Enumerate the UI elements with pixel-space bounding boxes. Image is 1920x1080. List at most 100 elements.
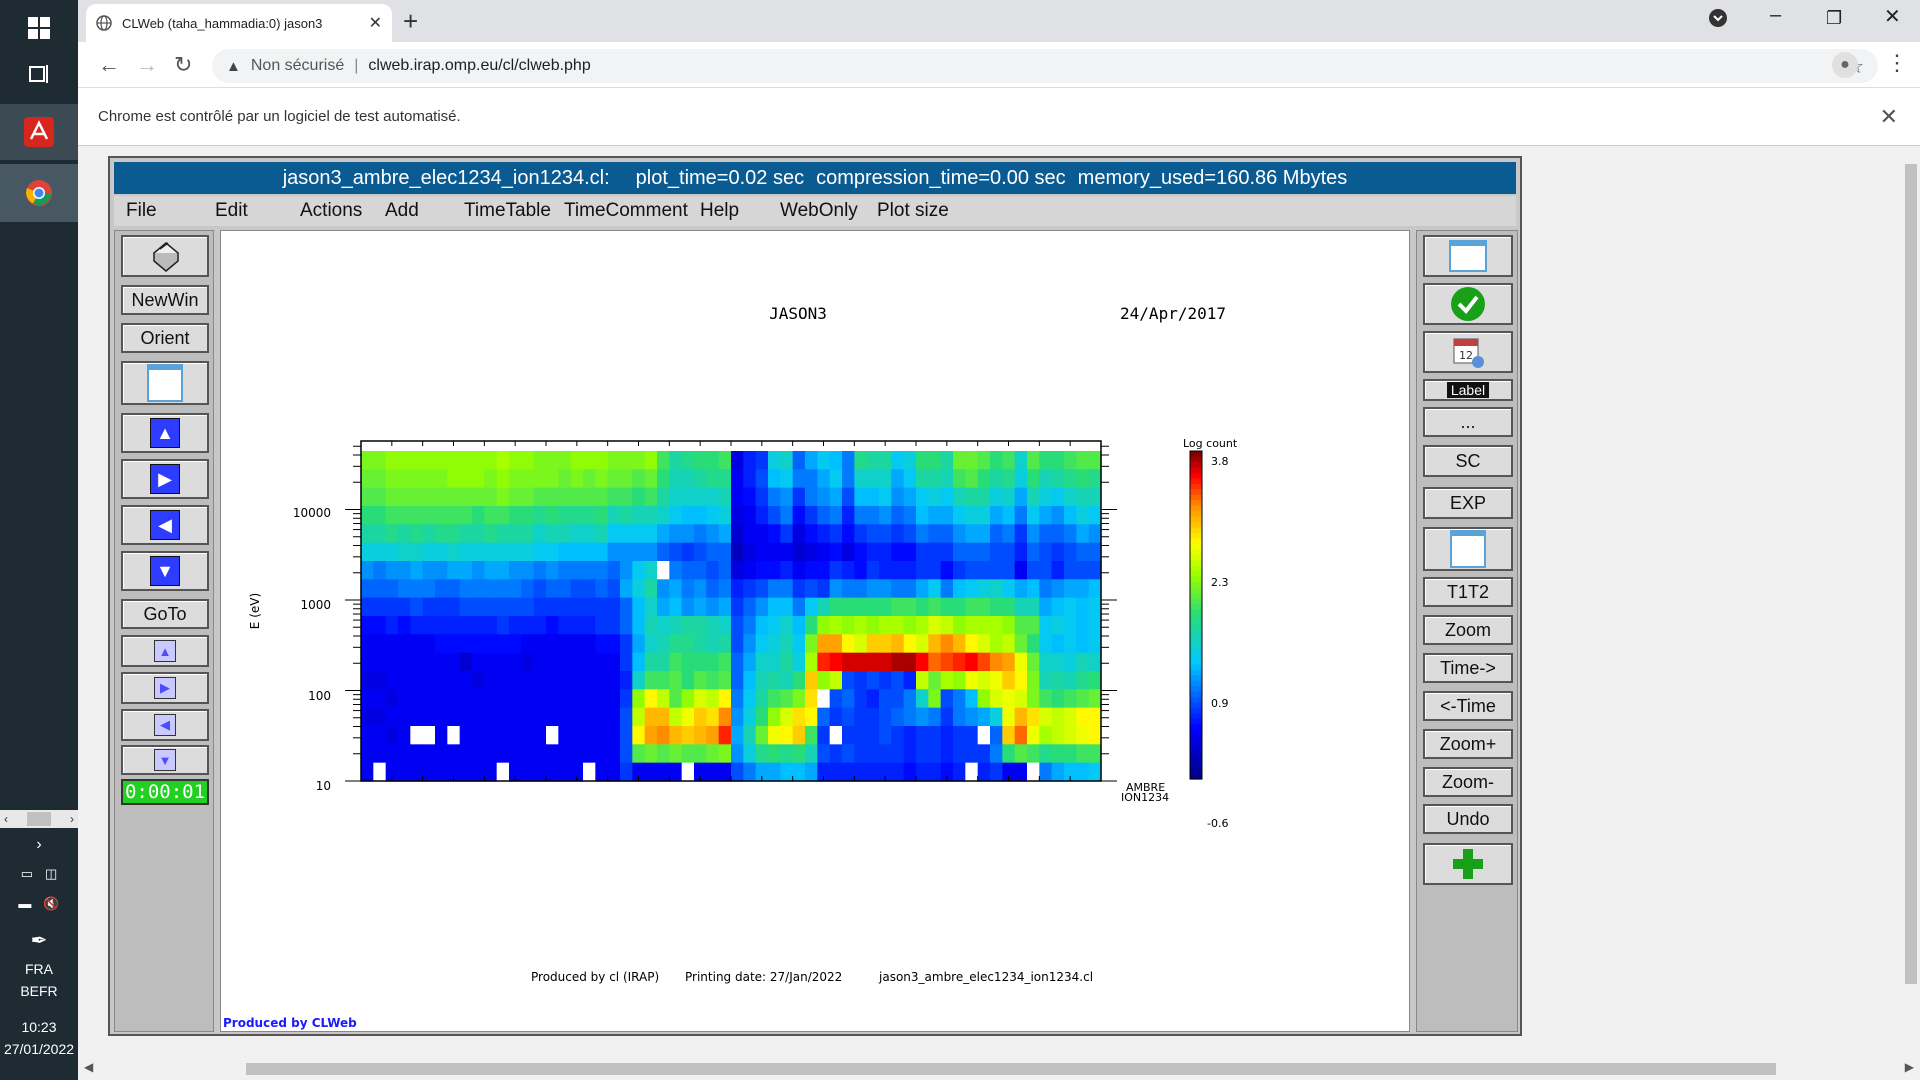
profile-avatar-icon[interactable]: ● bbox=[1832, 52, 1858, 78]
newwin-button[interactable]: NewWin bbox=[121, 285, 209, 315]
exp-button[interactable]: EXP bbox=[1423, 487, 1513, 519]
pan-up-button[interactable]: ▲ bbox=[121, 413, 209, 453]
taskbar-scrollbar[interactable]: ‹ › bbox=[0, 810, 78, 828]
new-document-button[interactable] bbox=[1423, 527, 1513, 571]
heatmap-cell bbox=[657, 762, 670, 782]
horizontal-scroll-thumb[interactable] bbox=[246, 1063, 1776, 1075]
list-window-button[interactable] bbox=[1423, 235, 1513, 277]
show-hidden-icons-chevron-icon[interactable]: › bbox=[0, 836, 78, 854]
clock-time[interactable]: 10:23 bbox=[0, 1016, 78, 1038]
close-tab-icon[interactable]: ✕ bbox=[369, 13, 382, 33]
heatmap-cell bbox=[632, 597, 646, 617]
small-left-button[interactable]: ◀ bbox=[121, 709, 209, 741]
zoom-in-button[interactable]: Zoom+ bbox=[1423, 729, 1513, 759]
pan-right-button[interactable]: ▶ bbox=[121, 459, 209, 499]
heatmap-cell bbox=[509, 689, 522, 709]
heatmap-cell bbox=[842, 487, 855, 507]
chevron-right-icon[interactable]: › bbox=[70, 812, 74, 826]
task-view-icon[interactable] bbox=[0, 46, 78, 102]
heatmap-cell bbox=[743, 469, 757, 489]
menu-timetable[interactable]: TimeTable bbox=[464, 200, 551, 222]
menu-edit[interactable]: Edit bbox=[215, 200, 248, 222]
time-forward-button[interactable]: Time-> bbox=[1423, 653, 1513, 683]
forward-icon[interactable]: → bbox=[136, 52, 158, 78]
heatmap-cell bbox=[940, 689, 954, 709]
heatmap-cell bbox=[521, 634, 535, 654]
reload-icon[interactable]: ↻ bbox=[174, 52, 192, 78]
volume-muted-icon[interactable]: 🔇 bbox=[43, 896, 59, 912]
chrome-taskbar-icon[interactable] bbox=[0, 164, 78, 222]
tab-search-icon[interactable] bbox=[1708, 8, 1728, 34]
zoom-out-button[interactable]: Zoom- bbox=[1423, 767, 1513, 797]
warning-icon[interactable]: ▲ bbox=[226, 58, 241, 75]
minimize-icon[interactable]: – bbox=[1770, 4, 1781, 27]
infobar-close-icon[interactable]: ✕ bbox=[1880, 104, 1898, 130]
small-up-button[interactable]: ▲ bbox=[121, 635, 209, 667]
orient-button[interactable]: Orient bbox=[121, 323, 209, 353]
heatmap-cell bbox=[583, 707, 596, 727]
heatmap-cell bbox=[866, 707, 880, 727]
devices-icon[interactable]: ◫ bbox=[45, 866, 57, 882]
chrome-menu-icon[interactable]: ⋮ bbox=[1886, 50, 1908, 76]
document-icon bbox=[147, 364, 183, 402]
heatmap-cell bbox=[681, 469, 695, 489]
input-language[interactable]: FRA bbox=[0, 958, 78, 980]
goto-button[interactable]: GoTo bbox=[121, 599, 209, 629]
print-button[interactable] bbox=[121, 235, 209, 277]
add-panel-button[interactable] bbox=[1423, 843, 1513, 885]
heatmap-cell bbox=[422, 451, 436, 470]
vertical-scroll-thumb[interactable] bbox=[1905, 164, 1917, 984]
new-tab-button[interactable]: + bbox=[403, 6, 418, 37]
close-window-icon[interactable]: ✕ bbox=[1884, 4, 1901, 29]
menu-add[interactable]: Add bbox=[385, 200, 419, 222]
colorbar-segment bbox=[1190, 538, 1202, 545]
taskbar-scroll-thumb[interactable] bbox=[27, 812, 51, 826]
menu-webonly[interactable]: WebOnly bbox=[780, 200, 858, 222]
validate-button[interactable] bbox=[1423, 283, 1513, 325]
acrobat-taskbar-icon[interactable] bbox=[0, 104, 78, 160]
zoom-button[interactable]: Zoom bbox=[1423, 615, 1513, 645]
label-button[interactable]: Label bbox=[1423, 379, 1513, 401]
keyboard-layout[interactable]: BEFR bbox=[0, 980, 78, 1002]
heatmap-cell bbox=[472, 707, 485, 727]
address-bar[interactable]: ▲ Non sécurisé | clweb.irap.omp.eu/cl/cl… bbox=[212, 49, 1878, 83]
menu-file[interactable]: File bbox=[126, 200, 157, 222]
pen-icon[interactable]: ✒ bbox=[0, 928, 78, 953]
heatmap-cell bbox=[385, 542, 399, 562]
calendar-button[interactable]: 12 bbox=[1423, 331, 1513, 373]
t1t2-button[interactable]: T1T2 bbox=[1423, 577, 1513, 607]
more-button[interactable]: ... bbox=[1423, 407, 1513, 437]
heatmap-cell bbox=[509, 671, 522, 690]
scroll-right-icon[interactable]: ▶ bbox=[1905, 1060, 1914, 1074]
menu-actions[interactable]: Actions bbox=[300, 200, 362, 222]
heatmap-cell bbox=[731, 652, 744, 672]
colorbar-segment bbox=[1190, 511, 1202, 518]
new-page-button[interactable] bbox=[121, 361, 209, 405]
url-text[interactable]: clweb.irap.omp.eu/cl/clweb.php bbox=[368, 57, 590, 75]
small-down-button[interactable]: ▼ bbox=[121, 745, 209, 775]
menu-plot-size[interactable]: Plot size bbox=[877, 200, 949, 222]
undo-button[interactable]: Undo bbox=[1423, 804, 1513, 834]
menu-timecomment[interactable]: TimeComment bbox=[564, 200, 688, 222]
pan-left-button[interactable]: ◀ bbox=[121, 505, 209, 545]
sc-button[interactable]: SC bbox=[1423, 445, 1513, 477]
restore-icon[interactable]: ❐ bbox=[1826, 8, 1842, 29]
time-back-button[interactable]: <-Time bbox=[1423, 691, 1513, 721]
vertical-scrollbar[interactable] bbox=[1902, 146, 1920, 1060]
back-icon[interactable]: ← bbox=[98, 52, 120, 78]
small-right-button[interactable]: ▶ bbox=[121, 672, 209, 704]
url-separator: | bbox=[354, 57, 359, 74]
heatmap-cell bbox=[681, 744, 695, 764]
clock-date[interactable]: 27/01/2022 bbox=[0, 1038, 78, 1060]
network-icon[interactable]: ▭ bbox=[21, 866, 33, 882]
heatmap-cell bbox=[965, 506, 979, 525]
battery-icon[interactable]: ▬ bbox=[18, 896, 31, 912]
horizontal-scrollbar[interactable]: ◀ ▶ bbox=[78, 1058, 1920, 1080]
security-label[interactable]: Non sécurisé bbox=[251, 57, 344, 75]
browser-tab[interactable]: CLWeb (taha_hammadia:0) jason3 ✕ bbox=[86, 4, 392, 42]
pan-down-button[interactable]: ▼ bbox=[121, 551, 209, 591]
scroll-left-icon[interactable]: ◀ bbox=[84, 1060, 93, 1074]
menu-help[interactable]: Help bbox=[700, 200, 739, 222]
chevron-left-icon[interactable]: ‹ bbox=[4, 812, 8, 826]
plot-area[interactable]: JASON3 24/Apr/2017 10000 1000 100 10 E (… bbox=[220, 230, 1410, 1032]
